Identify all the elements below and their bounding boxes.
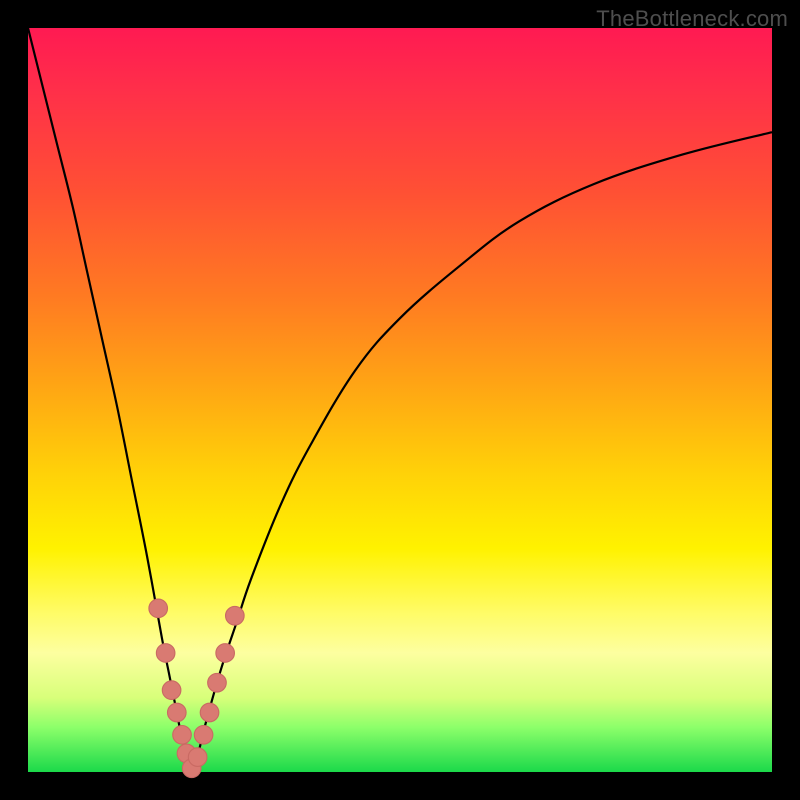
marker-dot [194,726,213,745]
bottleneck-curve [28,28,772,772]
marker-dot [173,726,192,745]
marker-dot [162,681,181,700]
marker-dot [188,748,207,767]
marker-dot [149,599,168,618]
chart-svg [28,28,772,772]
marker-dot [156,644,175,663]
outer-frame: TheBottleneck.com [0,0,800,800]
marker-dot [208,673,227,692]
marker-dot [216,644,235,663]
marker-dot [168,703,187,722]
marker-dot [200,703,219,722]
curve-layer [28,28,772,772]
marker-dot [226,606,245,625]
marker-layer [149,599,244,778]
plot-area [28,28,772,772]
watermark-text: TheBottleneck.com [596,6,788,32]
